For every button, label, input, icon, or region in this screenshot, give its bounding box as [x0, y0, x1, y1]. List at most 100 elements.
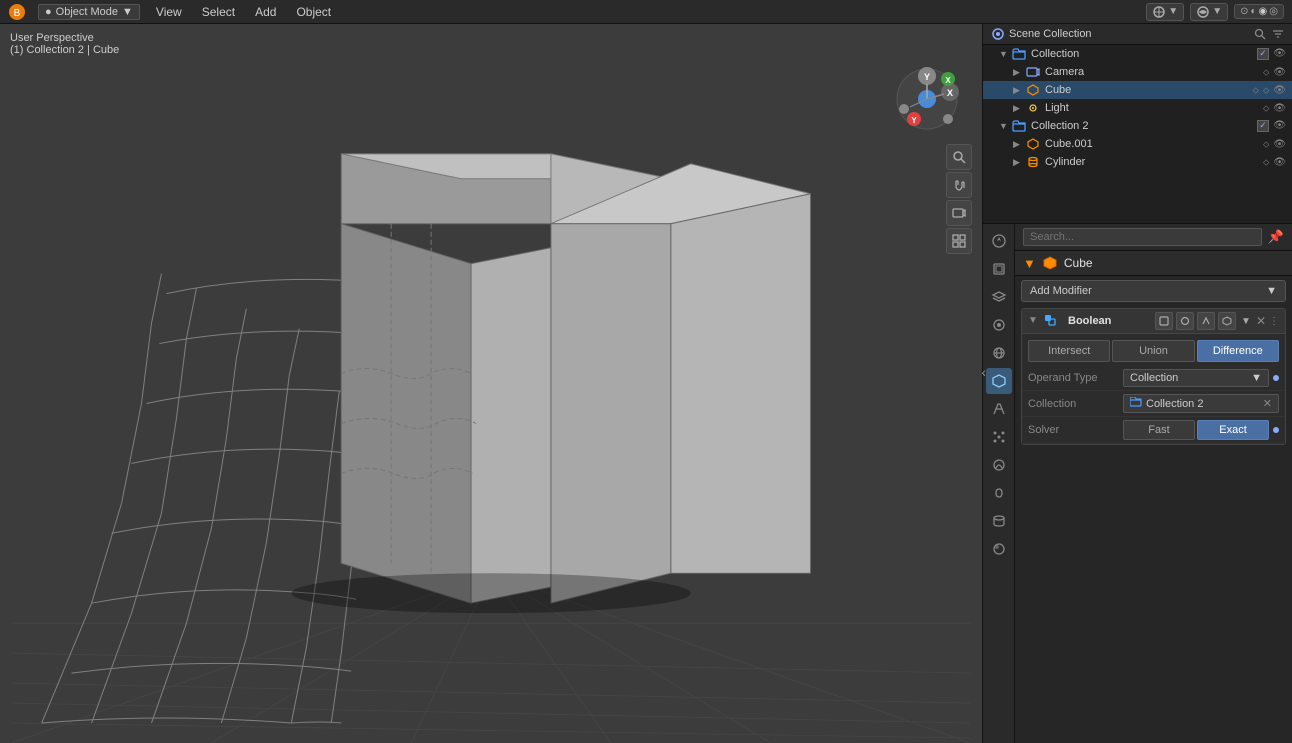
object-name-bar: ▼ Cube — [1015, 251, 1292, 276]
prop-icon-world[interactable] — [986, 340, 1012, 366]
collection-picker[interactable]: Collection 2 ✕ — [1123, 394, 1279, 413]
outliner-header: Scene Collection — [983, 24, 1292, 45]
prop-pin-icon[interactable]: 📌 — [1268, 229, 1284, 245]
modifier-close-button[interactable]: ✕ — [1256, 314, 1266, 328]
outliner-item-cube001[interactable]: ▶ Cube.001 ⬦ 👁 — [983, 135, 1292, 153]
view-tool-camera[interactable] — [946, 200, 972, 226]
solver-fast-button[interactable]: Fast — [1123, 420, 1195, 440]
cube-filter2-icon: ⬦ — [1263, 85, 1269, 96]
outliner-item-collection[interactable]: ▼ Collection 👁 — [983, 45, 1292, 63]
properties-sidebar — [983, 224, 1015, 743]
view-tool-grid[interactable] — [946, 228, 972, 254]
collection-right-icons: 👁 — [1257, 48, 1292, 60]
menu-select[interactable]: Select — [198, 3, 239, 21]
cube001-label: Cube.001 — [1045, 138, 1263, 150]
scene-icon — [991, 27, 1005, 41]
prop-icon-particles[interactable] — [986, 424, 1012, 450]
collection-row: Collection Collection 2 ✕ — [1022, 391, 1285, 417]
collection-field-label: Collection — [1028, 398, 1123, 410]
cube-visibility-icon[interactable]: 👁 — [1273, 85, 1286, 96]
menu-view[interactable]: View — [152, 3, 186, 21]
collection-check[interactable] — [1257, 48, 1269, 60]
camera-visibility-icon[interactable]: 👁 — [1273, 67, 1286, 78]
mod-render-icon[interactable] — [1176, 312, 1194, 330]
prop-icon-data[interactable] — [986, 508, 1012, 534]
outliner-item-camera[interactable]: ▶ Camera ⬦ 👁 — [983, 63, 1292, 81]
properties-search-input[interactable] — [1023, 228, 1262, 246]
outliner-item-cylinder[interactable]: ▶ Cylinder ⬦ 👁 — [983, 153, 1292, 171]
collection-clear-button[interactable]: ✕ — [1263, 397, 1272, 410]
mod-cage-icon[interactable] — [1218, 312, 1236, 330]
prop-icon-scene[interactable] — [986, 312, 1012, 338]
mod-dropdown-icon[interactable]: ▼ — [1239, 314, 1253, 329]
solver-label: Solver — [1028, 424, 1123, 436]
add-modifier-chevron-icon: ▼ — [1266, 285, 1277, 297]
add-modifier-button[interactable]: Add Modifier ▼ — [1021, 280, 1286, 302]
solver-keyframe-dot[interactable] — [1273, 427, 1279, 433]
mod-editmode-icon[interactable] — [1197, 312, 1215, 330]
mode-selector[interactable]: ● Object Mode ▼ — [38, 4, 140, 20]
properties-header: 📌 — [1015, 224, 1292, 251]
cube001-visibility-icon[interactable]: 👁 — [1273, 139, 1286, 150]
modifier-operations: Intersect Union Difference — [1022, 334, 1285, 366]
mod-realtime-icon[interactable] — [1155, 312, 1173, 330]
operand-type-dropdown[interactable]: Collection ▼ — [1123, 369, 1269, 387]
prop-icon-physics[interactable] — [986, 452, 1012, 478]
add-modifier-label: Add Modifier — [1030, 285, 1092, 297]
prop-icon-output[interactable] — [986, 256, 1012, 282]
menu-object[interactable]: Object — [292, 3, 335, 21]
view-tool-hand[interactable] — [946, 172, 972, 198]
svg-text:X: X — [945, 76, 951, 85]
operand-type-selected: Collection — [1130, 372, 1178, 384]
solver-exact-button[interactable]: Exact — [1197, 420, 1269, 440]
operand-type-row: Operand Type Collection ▼ — [1022, 366, 1285, 391]
collection2-visibility-icon[interactable]: 👁 — [1273, 120, 1286, 132]
object-type-icon: ▼ — [1023, 256, 1036, 271]
navigation-gizmo[interactable]: Y X Y X — [892, 64, 962, 134]
outliner-search-icon[interactable] — [1254, 28, 1266, 40]
outliner-item-cube[interactable]: ▶ Cube ⬦ ⬦ 👁 — [983, 81, 1292, 99]
modifier-collapse-icon[interactable]: ▼ — [1028, 315, 1040, 327]
op-difference-button[interactable]: Difference — [1197, 340, 1279, 362]
modifier-name: Boolean — [1068, 315, 1111, 327]
prop-icon-constraints[interactable] — [986, 480, 1012, 506]
operand-type-chevron-icon: ▼ — [1251, 372, 1262, 384]
collection-type-icon — [1130, 397, 1142, 410]
light-label: Light — [1045, 102, 1263, 114]
panel-collapse-button[interactable]: ‹ — [981, 364, 986, 380]
outliner-item-light[interactable]: ▶ Light ⬦ 👁 — [983, 99, 1292, 117]
outliner-item-collection2[interactable]: ▼ Collection 2 👁 — [983, 117, 1292, 135]
collection-visibility-icon[interactable]: 👁 — [1273, 48, 1286, 60]
cube001-icon — [1025, 137, 1041, 151]
cylinder-icon — [1025, 155, 1041, 169]
properties-main: 📌 ▼ Cube Add Modifier ▼ — [1015, 224, 1292, 743]
viewport-gizmo-icon[interactable]: ▼ — [1146, 3, 1184, 21]
collection2-right-icons: 👁 — [1257, 120, 1292, 132]
cylinder-visibility-icon[interactable]: 👁 — [1273, 157, 1286, 168]
menu-add[interactable]: Add — [251, 3, 280, 21]
tree-arrow-light: ▶ — [1013, 103, 1023, 114]
collection-icon — [1011, 47, 1027, 61]
op-union-button[interactable]: Union — [1112, 340, 1194, 362]
camera-icon — [1025, 65, 1041, 79]
outliner-title: Scene Collection — [1009, 28, 1092, 40]
op-intersect-button[interactable]: Intersect — [1028, 340, 1110, 362]
view-tool-magnify[interactable] — [946, 144, 972, 170]
prop-icon-view-layer[interactable] — [986, 284, 1012, 310]
overlay-icon[interactable]: ▼ — [1190, 3, 1228, 21]
collection-field-text: Collection 2 — [1146, 398, 1203, 410]
prop-icon-modifier[interactable] — [986, 396, 1012, 422]
viewport-scene — [0, 24, 982, 743]
collection2-check[interactable] — [1257, 120, 1269, 132]
modifier-extra-menu-icon[interactable]: ⋮ — [1269, 316, 1279, 327]
prop-icon-render[interactable] — [986, 228, 1012, 254]
cube-mesh-icon — [1025, 83, 1041, 97]
outliner-filter-icon[interactable] — [1272, 28, 1284, 40]
viewport[interactable]: User Perspective (1) Collection 2 | Cube… — [0, 24, 982, 743]
prop-icon-object[interactable] — [986, 368, 1012, 394]
prop-icon-material[interactable] — [986, 536, 1012, 562]
shading-icons[interactable]: ⊙ ◐ ◉ ◎ — [1234, 4, 1284, 19]
light-visibility-icon[interactable]: 👁 — [1273, 103, 1286, 114]
light-icon — [1025, 101, 1041, 115]
operand-type-keyframe-dot[interactable] — [1273, 375, 1279, 381]
